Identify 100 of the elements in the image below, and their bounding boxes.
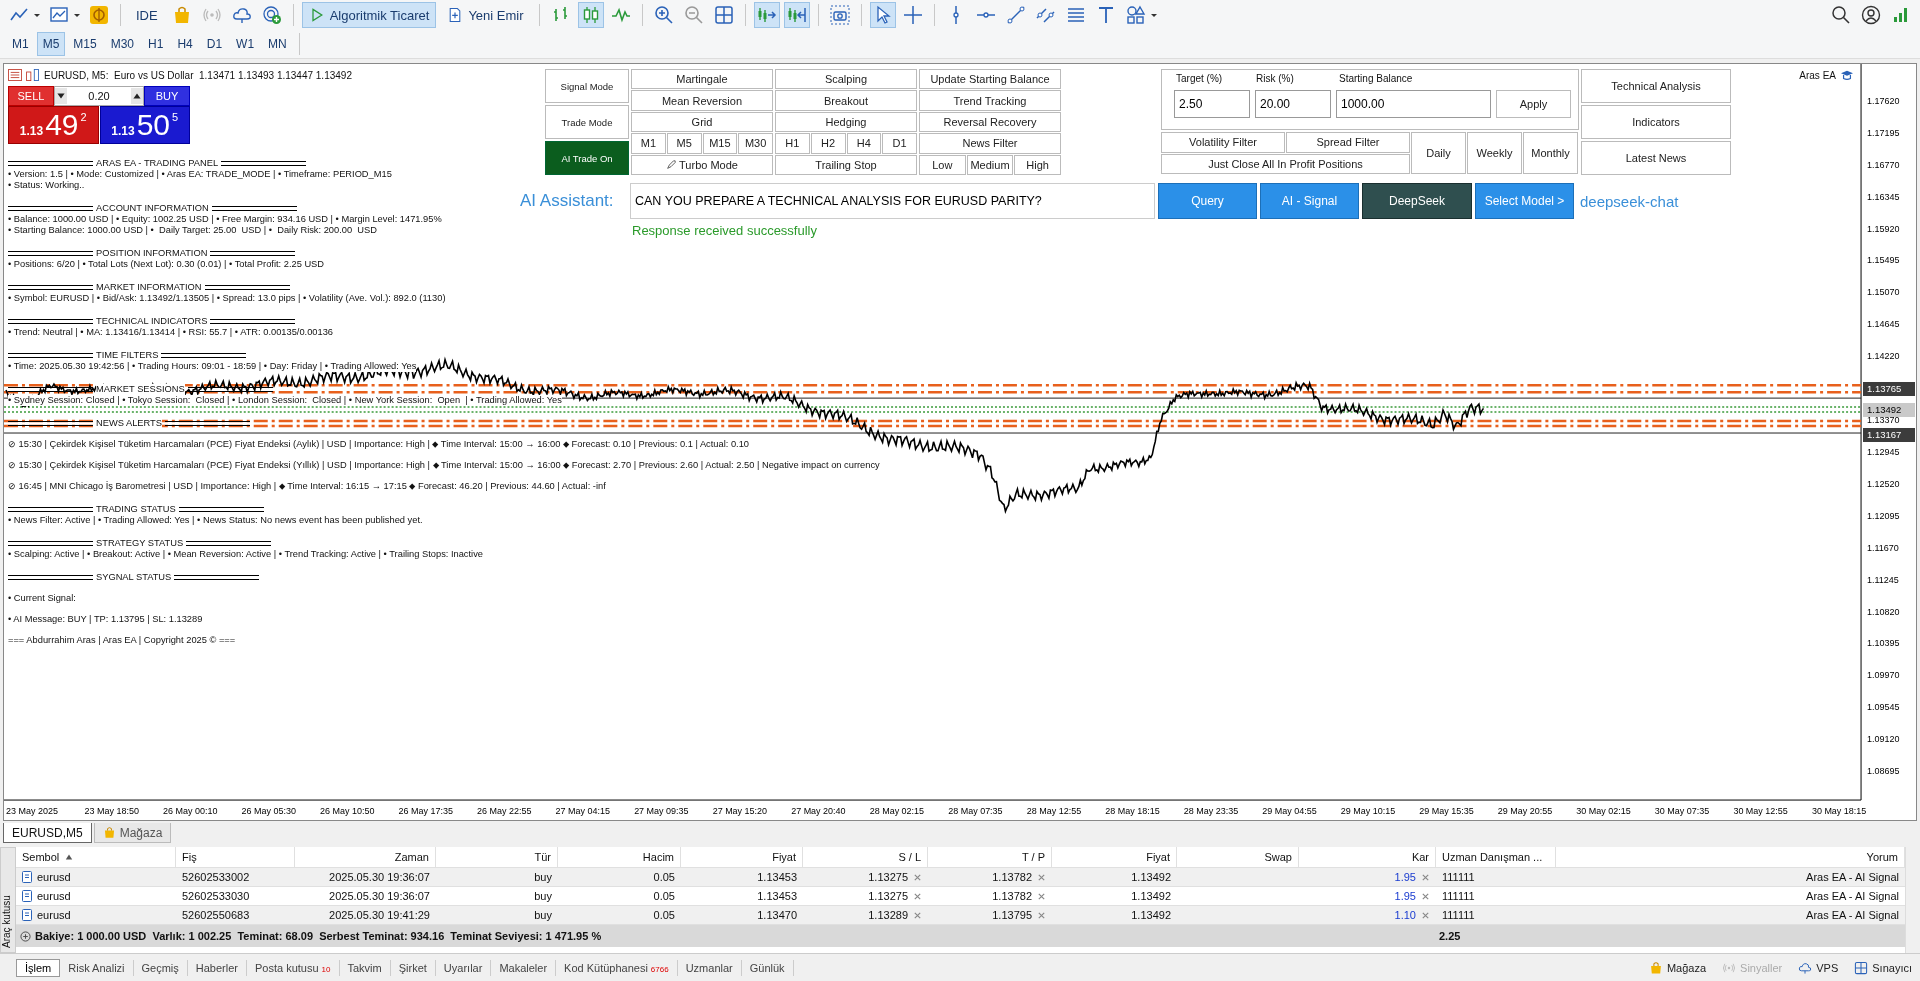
panel-button[interactable]: H4	[846, 133, 882, 154]
buy-button[interactable]: BUY	[144, 86, 190, 106]
query-input[interactable]: CAN YOU PREPARE A TECHNICAL ANALYSIS FOR EURUSD PARITY?	[630, 183, 1155, 219]
chart-tab[interactable]: Mağaza	[93, 823, 172, 843]
bottom-tab[interactable]: Günlük	[741, 959, 794, 976]
panel-button[interactable]: M5	[666, 133, 702, 154]
close-icon[interactable]	[1037, 910, 1046, 920]
sell-button[interactable]: SELL	[8, 86, 54, 106]
candlestick-icon[interactable]	[577, 2, 604, 28]
timeframe-button[interactable]: M30	[104, 32, 141, 56]
assistant-button[interactable]: DeepSeek	[1362, 183, 1472, 219]
bottom-tab[interactable]: Kod Kütüphanesi 6766	[556, 959, 678, 976]
mode-button[interactable]: Signal Mode	[545, 69, 629, 103]
setting-input[interactable]: 1000.00	[1336, 90, 1491, 118]
panel-button[interactable]: M30	[738, 133, 773, 154]
bottom-tab[interactable]: Posta kutusu 10	[247, 959, 340, 976]
panel-button[interactable]: Trailing Stop	[775, 154, 917, 176]
close-icon[interactable]	[913, 872, 922, 882]
column-header[interactable]: S / L	[803, 847, 928, 867]
panel-button[interactable]: H1	[775, 133, 810, 154]
panel-button[interactable]: Mean Reversion	[631, 90, 773, 111]
apply-button[interactable]: Apply	[1496, 90, 1571, 118]
panel-button[interactable]: Reversal Recovery	[919, 111, 1061, 133]
panel-button[interactable]: Medium	[966, 154, 1014, 176]
panel-button[interactable]: News Filter	[919, 133, 1061, 154]
period-button[interactable]: Monthly	[1523, 132, 1578, 174]
toolbox-tab[interactable]: Araç kutusu	[0, 847, 16, 953]
timeframe-button[interactable]: W1	[230, 32, 261, 56]
column-header[interactable]: Fiyat	[1052, 847, 1177, 867]
bottom-tab[interactable]: Risk Analizi	[60, 959, 134, 976]
panel-button[interactable]: Martingale	[631, 69, 773, 90]
filter-button[interactable]: Volatility Filter	[1161, 132, 1285, 153]
ide-button[interactable]: IDE	[129, 2, 165, 28]
panel-button[interactable]: H2	[810, 133, 846, 154]
cursor-icon[interactable]	[869, 2, 896, 28]
bottom-tab[interactable]: Makaleler	[491, 959, 557, 976]
timeframe-button[interactable]: M5	[36, 32, 66, 56]
panel-button[interactable]: M15	[702, 133, 738, 154]
status-link[interactable]: Mağaza	[1640, 960, 1715, 975]
panel-button[interactable]: Grid	[631, 111, 773, 133]
bottom-tab[interactable]: Uzmanlar	[677, 959, 742, 976]
mode-button[interactable]: AI Trade On	[545, 141, 629, 175]
side-button[interactable]: Technical Analysis	[1581, 69, 1731, 103]
column-header[interactable]: Kar	[1299, 847, 1436, 867]
bottom-tab[interactable]: Haberler	[187, 959, 247, 976]
panel-button[interactable]: Trend Tracking	[919, 90, 1061, 111]
chart-tab[interactable]: EURUSD,M5	[3, 823, 92, 843]
timeframe-button[interactable]: D1	[200, 32, 229, 56]
bottom-tab[interactable]: Takvim	[339, 959, 391, 976]
panel-button[interactable]: Update Starting Balance	[919, 69, 1061, 90]
column-header[interactable]: Tür	[436, 847, 558, 867]
setting-input[interactable]: 20.00	[1255, 90, 1331, 118]
column-header[interactable]: Fiş	[176, 847, 295, 867]
timeframe-button[interactable]: MN	[262, 32, 293, 56]
close-profit-button[interactable]: Just Close All In Profit Positions	[1161, 153, 1410, 174]
algo-trading-button[interactable]: Algoritmik Ticaret	[301, 2, 437, 28]
close-icon[interactable]	[1421, 891, 1430, 901]
bottom-tab[interactable]: Şirket	[390, 959, 436, 976]
close-icon[interactable]	[1421, 910, 1430, 920]
chart-shift-icon[interactable]	[783, 2, 810, 28]
period-button[interactable]: Daily	[1411, 132, 1466, 174]
column-header[interactable]: Zaman	[295, 847, 436, 867]
panel-button[interactable]: Low	[919, 154, 966, 176]
panel-button[interactable]: D1	[882, 133, 917, 154]
timeframe-button[interactable]: M1	[6, 32, 35, 56]
bottom-tab[interactable]: İşlem	[16, 958, 61, 977]
lot-field[interactable]: 0.20	[54, 86, 144, 106]
panel-button[interactable]: Hedging	[775, 111, 917, 133]
timeframe-button[interactable]: H1	[142, 32, 170, 56]
timeframe-button[interactable]: H4	[171, 32, 199, 56]
mode-button[interactable]: Trade Mode	[545, 105, 629, 139]
period-button[interactable]: Weekly	[1467, 132, 1522, 174]
panel-button[interactable]: M1	[631, 133, 666, 154]
increase-icon[interactable]	[131, 88, 143, 104]
panel-button[interactable]: Turbo Mode	[631, 154, 773, 176]
bottom-tab[interactable]: Uyarılar	[435, 959, 492, 976]
close-icon[interactable]	[1421, 872, 1430, 882]
close-icon[interactable]	[1037, 891, 1046, 901]
close-icon[interactable]	[913, 910, 922, 920]
status-link[interactable]: VPS	[1790, 960, 1847, 975]
panel-button[interactable]: Scalping	[775, 69, 917, 90]
timeframe-button[interactable]: M15	[67, 32, 103, 56]
close-icon[interactable]	[913, 891, 922, 901]
column-header[interactable]: Fiyat	[681, 847, 803, 867]
setting-input[interactable]: 2.50	[1174, 90, 1250, 118]
side-button[interactable]: Indicators	[1581, 105, 1731, 139]
status-link[interactable]: Sınayıcı	[1846, 960, 1920, 975]
panel-button[interactable]: Breakout	[775, 90, 917, 111]
close-icon[interactable]	[1037, 872, 1046, 882]
column-header[interactable]: Uzman Danışman ...	[1436, 847, 1556, 867]
column-header[interactable]: Sembol	[16, 847, 176, 867]
side-button[interactable]: Latest News	[1581, 141, 1731, 175]
bottom-tab[interactable]: Geçmiş	[133, 959, 188, 976]
column-header[interactable]: T / P	[928, 847, 1052, 867]
new-order-button[interactable]: Yeni Emir	[440, 2, 531, 28]
column-header[interactable]: Swap	[1177, 847, 1299, 867]
decrease-icon[interactable]	[55, 88, 67, 104]
auto-scroll-icon[interactable]	[753, 2, 780, 28]
column-header[interactable]: Hacim	[558, 847, 681, 867]
filter-button[interactable]: Spread Filter	[1286, 132, 1410, 153]
